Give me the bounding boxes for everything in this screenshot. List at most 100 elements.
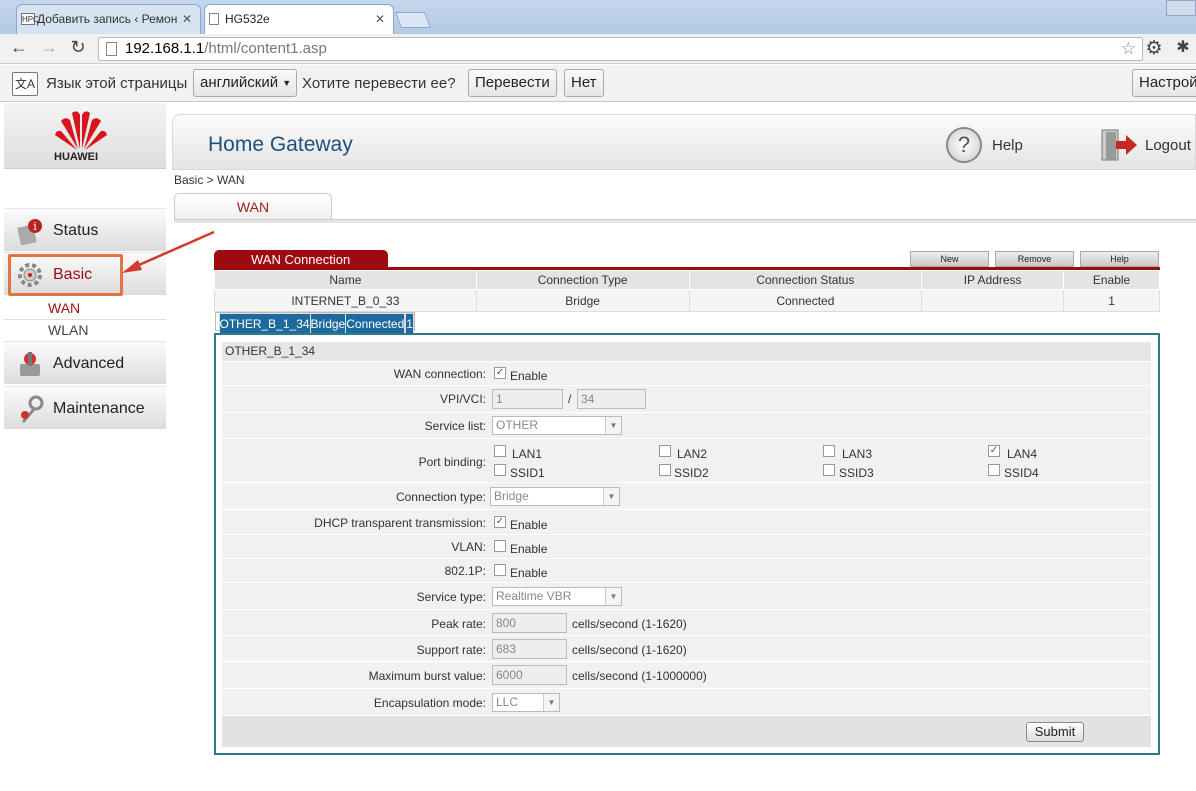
forward-arrow-icon[interactable]: →	[38, 37, 60, 58]
lan4-checkbox[interactable]: ✓	[988, 445, 1000, 457]
cell-enable: 1	[1063, 289, 1160, 312]
url-field[interactable]: 192.168.1.1/html/content1.asp ☆	[98, 37, 1143, 61]
sidebar-subitem-wan[interactable]: WAN	[48, 300, 80, 316]
lan1-checkbox[interactable]	[494, 445, 506, 457]
translate-icon: 文A	[12, 72, 38, 96]
language-label: Язык этой страницы	[46, 75, 188, 92]
logout-icon[interactable]	[1100, 128, 1138, 162]
new-button[interactable]: New	[910, 251, 989, 267]
form-row-wan-connection: WAN connection: ✓ Enable	[222, 362, 1151, 386]
select-value: OTHER	[496, 418, 538, 432]
dot1p-checkbox[interactable]	[494, 564, 506, 576]
annotation-arrow-icon	[122, 230, 215, 273]
window-control[interactable]	[1166, 0, 1196, 16]
help-button[interactable]: Help	[1080, 251, 1159, 267]
sidebar-item-advanced[interactable]: Advanced	[4, 341, 166, 384]
submit-button[interactable]: Submit	[1026, 722, 1084, 742]
sidebar-item-label: Advanced	[53, 355, 125, 372]
help-link[interactable]: Help	[992, 137, 1023, 154]
service-list-select[interactable]: OTHER ▼	[492, 416, 622, 435]
table-row[interactable]: INTERNET_B_0_33 Bridge Connected 1	[214, 289, 1160, 312]
language-select[interactable]: английский ▼	[193, 69, 298, 97]
form-row-port-binding: Port binding: LAN1 LAN2 LAN3 ✓ LAN4 SSID…	[222, 439, 1151, 483]
form-row-vpi-vci: VPI/VCI: 1 / 34	[222, 386, 1151, 413]
vci-input[interactable]: 34	[577, 389, 646, 409]
remove-button[interactable]: Remove	[995, 251, 1074, 267]
service-type-select[interactable]: Realtime VBR ▼	[492, 587, 622, 606]
field-label: 802.1P:	[444, 564, 486, 578]
vlan-checkbox[interactable]	[494, 540, 506, 552]
translate-settings-button[interactable]: Настрой	[1132, 69, 1196, 97]
ssid2-checkbox[interactable]	[659, 464, 671, 476]
field-label: Support rate:	[416, 643, 486, 657]
language-value: английский	[200, 74, 279, 91]
field-label: Peak rate:	[431, 617, 486, 631]
address-toolbar: ← → ↻ 192.168.1.1/html/content1.asp ☆ ⚙ …	[0, 34, 1196, 64]
encapsulation-select[interactable]: LLC ▼	[492, 693, 560, 712]
svg-text:i: i	[33, 220, 37, 233]
help-icon[interactable]: ?	[946, 127, 982, 163]
wrench-settings-icon[interactable]: ⚙	[1143, 37, 1165, 60]
sidebar	[4, 103, 166, 791]
field-label: WAN connection:	[393, 367, 486, 381]
form-row-vlan: VLAN: Enable	[222, 535, 1151, 559]
lan2-checkbox[interactable]	[659, 445, 671, 457]
unit-label: cells/second (1-1620)	[572, 617, 687, 631]
form-title: OTHER_B_1_34	[222, 342, 1151, 361]
sidebar-subitem-wlan[interactable]: WLAN	[48, 322, 88, 338]
ssid4-checkbox[interactable]	[988, 464, 1000, 476]
form-row-peak-rate: Peak rate: 800 cells/second (1-1620)	[222, 610, 1151, 636]
annotation-highlight-box	[8, 254, 123, 296]
close-tab-icon[interactable]: ✕	[182, 5, 192, 33]
peak-rate-input[interactable]: 800	[492, 613, 567, 633]
vpi-vci-separator: /	[568, 392, 572, 406]
dhcp-checkbox[interactable]: ✓	[494, 516, 506, 528]
wan-connection-table: Name Connection Type Connection Status I…	[214, 270, 1160, 336]
new-tab-button[interactable]	[395, 12, 431, 28]
no-translate-button[interactable]: Нет	[564, 69, 604, 97]
translate-button[interactable]: Перевести	[468, 69, 557, 97]
port-label: SSID4	[1004, 466, 1039, 480]
checkbox-label: Enable	[510, 369, 548, 383]
bookmark-star-icon[interactable]: ☆	[1121, 38, 1136, 60]
connection-type-select[interactable]: Bridge ▼	[490, 487, 620, 506]
port-label: SSID2	[674, 466, 709, 480]
port-label: LAN4	[1007, 447, 1038, 461]
ssid1-checkbox[interactable]	[494, 464, 506, 476]
cell-name: INTERNET_B_0_33	[214, 289, 477, 312]
close-tab-icon[interactable]: ✕	[375, 5, 385, 33]
support-rate-input[interactable]: 683	[492, 639, 567, 659]
table-row-selected[interactable]: OTHER_B_1_34 Bridge Connected 1	[214, 312, 415, 336]
port-label: SSID3	[839, 466, 874, 480]
max-burst-input[interactable]: 6000	[492, 665, 567, 685]
reload-icon[interactable]: ↻	[67, 37, 89, 58]
form-row-dhcp: DHCP transparent transmission: ✓ Enable	[222, 510, 1151, 535]
vpi-input[interactable]: 1	[492, 389, 563, 409]
logout-link[interactable]: Logout	[1145, 137, 1191, 154]
tab-underline	[174, 219, 1196, 223]
page-title: Home Gateway	[208, 133, 353, 156]
browser-tab-hg532e[interactable]: HG532e ✕	[204, 4, 394, 34]
unit-label: cells/second (1-1000000)	[572, 669, 707, 683]
form-row-connection-type: Connection type: Bridge ▼	[222, 483, 1151, 510]
checkbox-label: Enable	[510, 542, 548, 556]
lan3-checkbox[interactable]	[823, 445, 835, 457]
cell-connection-status: Connected	[688, 289, 923, 312]
field-label: Port binding:	[418, 455, 486, 469]
ssid3-checkbox[interactable]	[823, 464, 835, 476]
unit-label: cells/second (1-1620)	[572, 643, 687, 657]
wan-connection-checkbox[interactable]: ✓	[494, 367, 506, 379]
select-value: Realtime VBR	[496, 589, 572, 603]
back-arrow-icon[interactable]: ←	[8, 37, 30, 58]
chevron-down-icon: ▼	[603, 488, 619, 505]
tab-wan[interactable]: WAN	[174, 193, 332, 220]
browser-tab-blog[interactable]: НРС Добавить запись ‹ Ремон ✕	[16, 4, 201, 34]
sidebar-item-maintenance[interactable]: Maintenance	[4, 386, 166, 429]
form-row-max-burst: Maximum burst value: 6000 cells/second (…	[222, 662, 1151, 689]
sidebar-item-label: Status	[53, 222, 99, 239]
form-row-service-list: Service list: OTHER ▼	[222, 413, 1151, 439]
url-path: /html/content1.asp	[204, 40, 327, 57]
bug-extension-icon[interactable]: ✱	[1172, 37, 1194, 57]
tools-icon	[20, 352, 40, 376]
checkbox-label: Enable	[510, 518, 548, 532]
